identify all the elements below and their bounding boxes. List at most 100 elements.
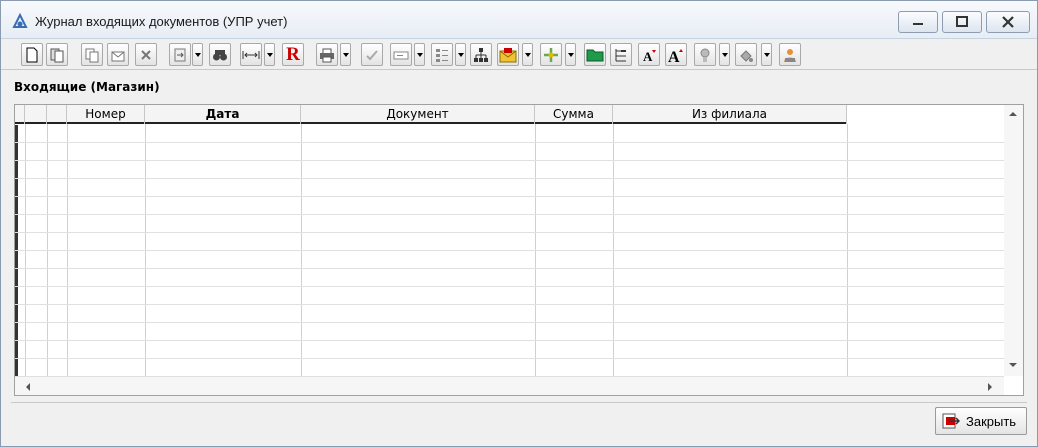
scroll-left-icon[interactable] [25, 382, 31, 392]
new-document-button[interactable] [21, 43, 43, 66]
grouping-icon [615, 48, 626, 61]
row-indicator [15, 215, 18, 232]
tree-button[interactable] [470, 43, 492, 66]
row-indicator [15, 287, 18, 304]
refresh-button[interactable] [540, 43, 562, 66]
fit-columns-dropdown[interactable] [264, 43, 275, 66]
font-increase-icon: A [668, 48, 683, 64]
font-decrease-button[interactable]: A [638, 43, 660, 66]
row-indicator [15, 161, 18, 178]
scroll-right-icon[interactable] [987, 382, 993, 392]
table-row[interactable] [15, 286, 1005, 287]
paint-button[interactable] [735, 43, 757, 66]
mail-dropdown[interactable] [522, 43, 533, 66]
row-indicator [15, 197, 18, 214]
minimize-button[interactable] [898, 11, 938, 33]
row-indicator-header [15, 105, 25, 124]
user-icon [784, 48, 796, 62]
import-dropdown[interactable] [192, 43, 203, 66]
close-window-button[interactable] [986, 11, 1030, 33]
print-icon [320, 48, 334, 62]
import-icon [174, 48, 186, 61]
import-button[interactable] [169, 43, 191, 66]
horizontal-scrollbar[interactable] [15, 376, 1005, 395]
footer-divider [11, 402, 1027, 403]
table-row[interactable] [15, 160, 1005, 161]
table-row[interactable] [15, 250, 1005, 251]
maximize-button[interactable] [942, 11, 982, 33]
table-row[interactable] [15, 268, 1005, 269]
column-header-from-branch[interactable]: Из филиала [613, 105, 847, 124]
refresh-dropdown[interactable] [565, 43, 576, 66]
copy-record-button[interactable] [46, 43, 68, 66]
table-row[interactable] [15, 304, 1005, 305]
svg-text:A: A [643, 49, 653, 63]
documents-table[interactable]: Номер Дата Документ Сумма Из филиала [14, 104, 1024, 396]
journal-window: Журнал входящих документов (УПР учет) R … [0, 0, 1038, 447]
table-row[interactable] [15, 322, 1005, 323]
vertical-scrollbar[interactable] [1004, 105, 1023, 376]
form-dropdown[interactable] [414, 43, 425, 66]
column-header-sum[interactable]: Сумма [535, 105, 613, 124]
table-row[interactable] [15, 232, 1005, 233]
copy-button[interactable] [81, 43, 103, 66]
grouping-button[interactable] [610, 43, 632, 66]
row-indicator [15, 341, 18, 358]
row-indicator [15, 359, 18, 376]
list-options-icon [436, 48, 448, 62]
fit-columns-button[interactable] [240, 43, 262, 66]
mail-button[interactable] [497, 43, 519, 66]
list-options-dropdown[interactable] [455, 43, 466, 66]
table-row[interactable] [15, 178, 1005, 179]
report-button[interactable]: R [282, 43, 304, 66]
find-button[interactable] [209, 43, 231, 66]
table-row[interactable] [15, 214, 1005, 215]
user-button[interactable] [779, 43, 801, 66]
close-button[interactable]: Закрыть [935, 407, 1027, 435]
font-increase-button[interactable]: A [665, 43, 687, 66]
column-header-blank-2[interactable] [47, 105, 67, 124]
close-button-label: Закрыть [966, 413, 1017, 429]
scroll-down-icon[interactable] [1008, 362, 1018, 368]
row-indicator [15, 305, 18, 322]
paint-dropdown[interactable] [761, 43, 772, 66]
row-indicator [15, 125, 18, 142]
delete-button[interactable] [135, 43, 157, 66]
list-options-button[interactable] [431, 43, 453, 66]
settings-dropdown[interactable] [719, 43, 730, 66]
scrollbar-corner [1004, 376, 1023, 395]
column-header-number[interactable]: Номер [67, 105, 145, 124]
column-header-date[interactable]: Дата [145, 105, 301, 124]
envelope-button[interactable] [107, 43, 129, 66]
table-row[interactable] [15, 358, 1005, 359]
new-document-icon [26, 47, 38, 62]
settings-button[interactable] [694, 43, 716, 66]
copy-icon [85, 48, 99, 62]
column-header-document[interactable]: Документ [301, 105, 535, 124]
copy-record-icon [50, 48, 64, 62]
row-indicator [15, 143, 18, 160]
print-button[interactable] [316, 43, 338, 66]
exit-icon [942, 413, 960, 429]
delete-icon [141, 49, 151, 60]
window-title: Журнал входящих документов (УПР учет) [35, 14, 288, 29]
row-indicator [15, 179, 18, 196]
form-button[interactable] [390, 43, 412, 66]
print-dropdown[interactable] [340, 43, 351, 66]
checkmark-icon [366, 49, 378, 60]
table-row[interactable] [15, 340, 1005, 341]
title-bar[interactable]: Журнал входящих документов (УПР учет) [1, 1, 1037, 39]
scroll-up-icon[interactable] [1008, 111, 1018, 117]
envelope-icon [111, 51, 125, 61]
close-icon [1002, 16, 1014, 28]
app-icon [12, 13, 28, 28]
maximize-icon [956, 16, 968, 27]
table-row[interactable] [15, 196, 1005, 197]
mail-open-icon [499, 47, 517, 62]
folder-button[interactable] [584, 43, 606, 66]
column-header-blank-1[interactable] [25, 105, 47, 124]
table-row[interactable] [15, 142, 1005, 143]
refresh-icon [544, 47, 558, 62]
binoculars-icon [213, 49, 227, 60]
approve-button[interactable] [361, 43, 383, 66]
